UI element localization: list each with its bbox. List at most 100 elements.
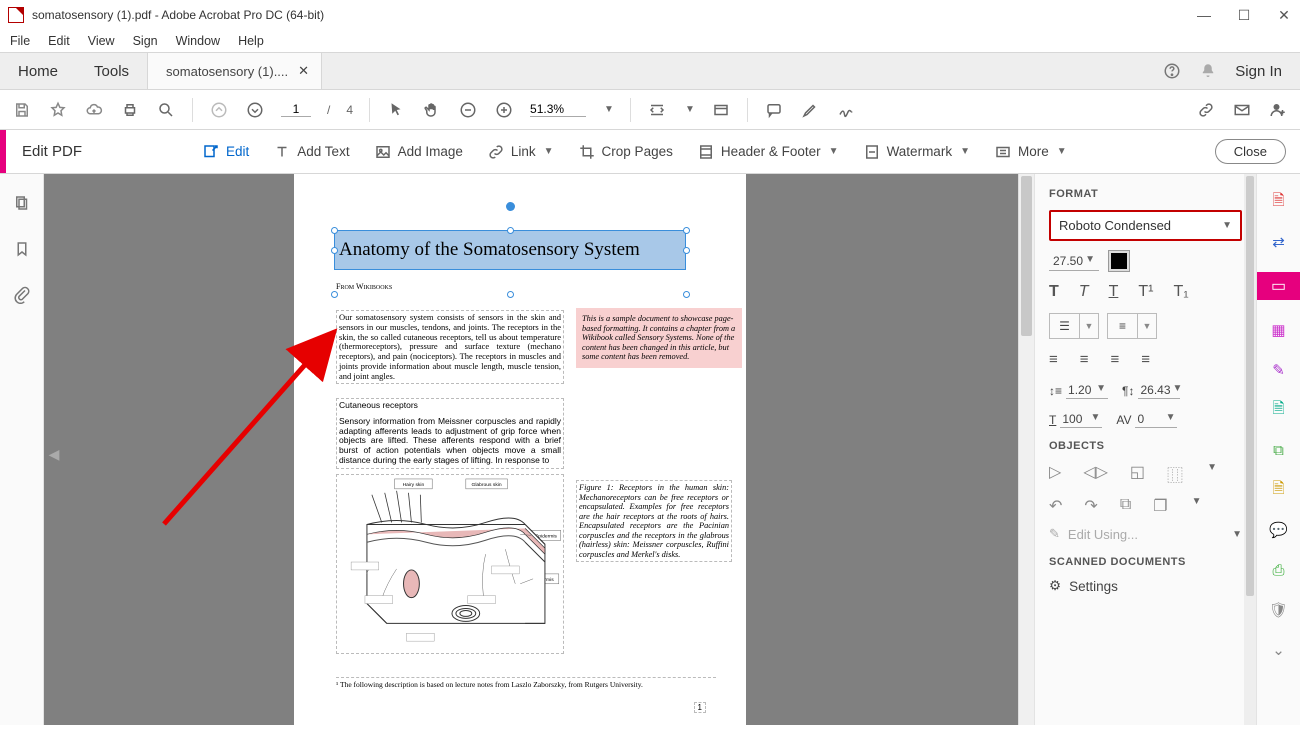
selected-title-box[interactable]: Anatomy of the Somatosensory System (334, 230, 686, 270)
page-column-1b[interactable]: Cutaneous receptors Sensory information … (336, 398, 564, 469)
menu-help[interactable]: Help (238, 34, 264, 48)
share-people-icon[interactable] (1268, 100, 1288, 120)
align-center-button[interactable]: ≡ (1080, 351, 1089, 368)
read-mode-icon[interactable] (711, 100, 731, 120)
compress-icon[interactable]: 🗎 (1269, 480, 1289, 500)
sign-in-button[interactable]: Sign In (1235, 63, 1282, 80)
page-footnote[interactable]: ¹ The following description is based on … (336, 677, 716, 689)
bullet-list-button[interactable]: ☰▼ (1049, 313, 1099, 339)
numbered-list-button[interactable]: ≡▼ (1107, 313, 1157, 339)
subscript-button[interactable]: T₁ (1173, 283, 1188, 301)
handle-tr[interactable] (683, 227, 690, 234)
create-pdf-icon[interactable]: 🗎 (1269, 192, 1289, 212)
rotation-handle[interactable] (506, 202, 515, 211)
doc-scrollbar[interactable] (1018, 174, 1034, 725)
line-spacing-input[interactable]: ↕≡1.20▼ (1049, 382, 1108, 399)
comment-rail-icon[interactable]: ✎ (1269, 360, 1289, 380)
fit-width-icon[interactable] (647, 100, 667, 120)
pointer-icon[interactable] (386, 100, 406, 120)
link-button[interactable]: Link▼ (487, 143, 554, 161)
page-number-input[interactable] (281, 102, 311, 117)
search-icon[interactable] (156, 100, 176, 120)
help-icon[interactable] (1163, 62, 1181, 80)
attachment-icon[interactable] (13, 286, 31, 304)
more-button[interactable]: More▼ (994, 143, 1067, 161)
tab-close-icon[interactable]: ✕ (298, 63, 309, 79)
star-icon[interactable] (48, 100, 68, 120)
email-icon[interactable] (1232, 100, 1252, 120)
minimize-button[interactable]: — (1196, 7, 1212, 24)
paragraph-spacing-input[interactable]: ¶↕26.43▼ (1122, 382, 1180, 399)
bold-button[interactable]: T (1049, 283, 1059, 301)
italic-button[interactable]: T (1079, 283, 1089, 301)
zoom-dropdown-icon[interactable]: ▼ (604, 104, 614, 115)
bookmark-icon[interactable] (13, 240, 31, 258)
redact-icon[interactable]: ⎙ (1269, 560, 1289, 580)
organize-icon[interactable]: ⧉ (1269, 440, 1289, 460)
edit-button[interactable]: Edit (202, 143, 249, 161)
page-down-icon[interactable] (245, 100, 265, 120)
crop-button[interactable]: Crop Pages (578, 143, 673, 161)
comment-icon[interactable] (764, 100, 784, 120)
edit-using-dropdown[interactable]: ✎Edit Using...▼ (1049, 526, 1242, 542)
page-callout-box[interactable]: This is a sample document to showcase pa… (576, 308, 742, 368)
header-footer-button[interactable]: Header & Footer▼ (697, 143, 839, 161)
watermark-button[interactable]: Watermark▼ (863, 143, 970, 161)
skin-figure[interactable]: Hairy skin Glabrous skin Epidermis Dermi… (336, 474, 564, 654)
handle-bm[interactable] (507, 291, 514, 298)
align-left-button[interactable]: ≡ (1049, 351, 1058, 368)
pdf-page[interactable]: Anatomy of the Somatosensory System From… (294, 174, 746, 725)
edit-pdf-rail-active[interactable]: ▭ (1257, 272, 1300, 300)
rotate-ccw-icon[interactable]: ↶ (1049, 496, 1062, 516)
tracking-input[interactable]: AV0▼ (1116, 411, 1177, 428)
fit-dropdown-icon[interactable]: ▼ (685, 104, 695, 115)
thumbnails-icon[interactable] (13, 194, 31, 212)
rotate-cw-icon[interactable]: ↷ (1084, 496, 1097, 516)
align-justify-button[interactable]: ≡ (1141, 351, 1150, 368)
hand-icon[interactable] (422, 100, 442, 120)
page-paragraph-1[interactable]: Our somatosensory system consists of sen… (336, 310, 564, 384)
zoom-input[interactable] (530, 102, 586, 117)
save-icon[interactable] (12, 100, 32, 120)
handle-tm[interactable] (507, 227, 514, 234)
handle-br[interactable] (683, 291, 690, 298)
handle-ml[interactable] (331, 247, 338, 254)
spreadsheet-icon[interactable]: ▦ (1269, 320, 1289, 340)
handle-mr[interactable] (683, 247, 690, 254)
menu-edit[interactable]: Edit (48, 34, 70, 48)
flip-v-icon[interactable]: ◁▷ (1083, 462, 1108, 486)
menu-view[interactable]: View (88, 34, 115, 48)
align-right-button[interactable]: ≡ (1111, 351, 1120, 368)
hscale-input[interactable]: T100▼ (1049, 411, 1102, 428)
tab-home[interactable]: Home (0, 53, 76, 89)
replace-image-icon[interactable]: ⧉ (1120, 496, 1131, 516)
export-pdf-icon[interactable]: ⇄ (1269, 232, 1289, 252)
zoom-out-icon[interactable] (458, 100, 478, 120)
fill-sign-icon[interactable]: 💬 (1269, 520, 1289, 540)
underline-button[interactable]: T (1109, 283, 1119, 301)
settings-button[interactable]: ⚙Settings (1049, 578, 1242, 594)
protect-icon[interactable]: 🛡 (1269, 600, 1289, 620)
menu-sign[interactable]: Sign (133, 34, 158, 48)
group-icon[interactable]: ❐ (1153, 496, 1167, 516)
tab-document[interactable]: somatosensory (1).... ✕ (147, 53, 322, 89)
handle-bl[interactable] (331, 291, 338, 298)
cloud-upload-icon[interactable] (84, 100, 104, 120)
crop-object-icon[interactable]: ◱ (1130, 462, 1145, 486)
sign-icon[interactable] (836, 100, 856, 120)
zoom-in-icon[interactable] (494, 100, 514, 120)
superscript-button[interactable]: T¹ (1138, 283, 1153, 301)
flip-h-icon[interactable]: ▷ (1049, 462, 1061, 486)
add-image-button[interactable]: Add Image (374, 143, 463, 161)
combine-icon[interactable]: 🗎 (1269, 400, 1289, 420)
figure-caption[interactable]: Figure 1: Receptors in the human skin: M… (576, 480, 732, 562)
share-link-icon[interactable] (1196, 100, 1216, 120)
font-family-select[interactable]: Roboto Condensed▼ (1049, 210, 1242, 241)
add-text-button[interactable]: Add Text (273, 143, 349, 161)
close-editbar-button[interactable]: Close (1215, 139, 1286, 164)
more-tools-icon[interactable]: ⌄ (1269, 640, 1289, 660)
handle-tl[interactable] (331, 227, 338, 234)
page-up-icon[interactable] (209, 100, 229, 120)
menu-file[interactable]: File (10, 34, 30, 48)
highlight-icon[interactable] (800, 100, 820, 120)
